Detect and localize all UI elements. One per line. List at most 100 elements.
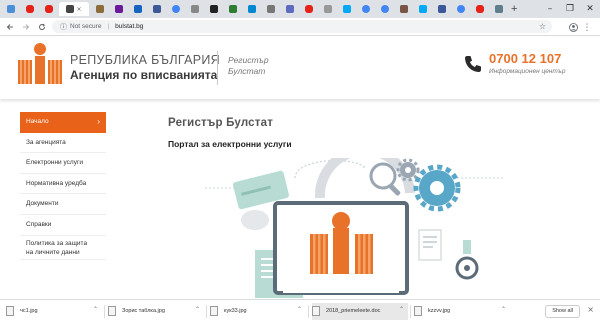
browser-tab[interactable]: [167, 2, 184, 16]
browser-tab[interactable]: [262, 2, 279, 16]
browser-tab[interactable]: [300, 2, 317, 16]
chevron-up-icon[interactable]: ⌃: [297, 306, 302, 313]
browser-tab[interactable]: [2, 2, 19, 16]
browser-tab[interactable]: [357, 2, 374, 16]
browser-tab[interactable]: [281, 2, 298, 16]
sidebar-item-legislation[interactable]: Нормативна уредба: [20, 174, 106, 195]
google-icon: [171, 5, 180, 13]
browser-tab[interactable]: [243, 2, 260, 16]
phone-number[interactable]: 0700 12 107: [489, 51, 561, 66]
reload-icon: [38, 23, 45, 30]
address-bar[interactable]: ⓘ Not secure | bulstat.bg ☆: [52, 20, 552, 33]
page-icon: [323, 5, 332, 13]
minimize-button[interactable]: –: [540, 0, 560, 18]
file-icon: [6, 306, 14, 316]
download-item[interactable]: 2018_priemeleete.doc ⌃: [312, 302, 411, 320]
browser-tab[interactable]: [40, 2, 57, 16]
browser-tab[interactable]: [338, 2, 355, 16]
youtube-icon: [304, 5, 313, 13]
info-center-label: Информационен център: [489, 68, 566, 75]
facebook-icon: [152, 5, 161, 13]
browser-tab[interactable]: [186, 2, 203, 16]
maximize-button[interactable]: ❐: [560, 0, 580, 18]
chevron-up-icon[interactable]: ⌃: [93, 306, 98, 313]
browser-tab[interactable]: [471, 2, 488, 16]
download-shelf: чс1.jpg ⌃ Зорис таблка.jpg ⌃ кук33.jpg ⌃…: [0, 299, 600, 322]
browser-tab[interactable]: ×: [59, 2, 89, 16]
bookmark-star-icon[interactable]: ☆: [539, 22, 546, 31]
sidebar-item-e-services[interactable]: Електронни услуги: [20, 153, 106, 174]
menu-icon[interactable]: ⋮: [580, 20, 594, 34]
agency-logo-icon[interactable]: [16, 42, 64, 86]
phone-icon: [465, 56, 481, 72]
browser-tab[interactable]: [224, 2, 241, 16]
sidebar-nav: Начало › За агенцията Електронни услуги …: [20, 112, 106, 260]
sidebar-item-home[interactable]: Начало ›: [20, 112, 106, 133]
page-icon: [209, 5, 218, 13]
browser-tab[interactable]: [91, 2, 108, 16]
sidebar-item-reports[interactable]: Справки: [20, 215, 106, 236]
chevron-up-icon[interactable]: ⌃: [399, 306, 404, 313]
browser-tab[interactable]: [376, 2, 393, 16]
browser-tab[interactable]: [319, 2, 336, 16]
page-icon: [342, 5, 351, 13]
page-icon: [399, 5, 408, 13]
close-icon[interactable]: ×: [587, 305, 594, 314]
tab-list: ×: [2, 2, 509, 16]
header-divider: [217, 51, 218, 85]
download-item[interactable]: Зорис таблка.jpg ⌃: [108, 303, 207, 320]
page-icon: [190, 5, 199, 13]
address-separator: |: [107, 23, 110, 30]
show-all-button[interactable]: Show all: [545, 305, 580, 318]
chevron-right-icon: ›: [97, 117, 100, 126]
browser-tab[interactable]: [414, 2, 431, 16]
browser-tab-strip: × + – ❐ ✕: [0, 0, 600, 18]
hero-illustration: [205, 158, 505, 298]
info-icon[interactable]: ⓘ: [60, 22, 67, 32]
close-window-button[interactable]: ✕: [580, 0, 600, 18]
window-controls: – ❐ ✕: [540, 0, 600, 18]
url-text[interactable]: bulstat.bg: [115, 23, 143, 30]
toolbar-right: ⋮: [566, 20, 594, 34]
download-item[interactable]: kzzvv.jpg ⌃: [414, 303, 510, 320]
file-icon: [108, 306, 116, 316]
page-icon: [494, 5, 503, 13]
page-title: Регистър Булстат: [168, 117, 274, 129]
chevron-up-icon[interactable]: ⌃: [195, 306, 200, 313]
close-tab-icon[interactable]: ×: [76, 6, 81, 13]
reload-button[interactable]: [35, 20, 48, 34]
sidebar-item-privacy[interactable]: Политика за защита на личните данни: [20, 236, 106, 260]
brand-country: РЕПУБЛИКА БЪЛГАРИЯ: [70, 53, 220, 67]
new-tab-button[interactable]: +: [511, 3, 517, 15]
chevron-up-icon[interactable]: ⌃: [501, 306, 506, 313]
sidebar-item-about[interactable]: За агенцията: [20, 133, 106, 154]
google-icon: [456, 5, 465, 13]
browser-tab[interactable]: [129, 2, 146, 16]
register-name: Булстат: [228, 66, 266, 76]
divider: [410, 304, 411, 318]
profile-icon[interactable]: [566, 20, 580, 34]
browser-toolbar: ⓘ Not secure | bulstat.bg ☆ ⋮: [0, 18, 600, 36]
forward-arrow-icon: [22, 23, 29, 30]
privacy-label-line1: Политика за защита: [26, 239, 88, 247]
page-icon: [285, 5, 294, 13]
google-icon: [361, 5, 370, 13]
security-label: Not secure: [70, 23, 102, 30]
sidebar-item-documents[interactable]: Документи: [20, 194, 106, 215]
browser-tab[interactable]: [490, 2, 507, 16]
browser-tab[interactable]: [433, 2, 450, 16]
browser-tab[interactable]: [205, 2, 222, 16]
file-icon: [312, 306, 320, 316]
download-item[interactable]: чс1.jpg ⌃: [6, 303, 105, 320]
browser-tab[interactable]: [21, 2, 38, 16]
forward-button[interactable]: [19, 20, 32, 34]
download-item[interactable]: кук33.jpg ⌃: [210, 303, 309, 320]
file-icon: [414, 306, 422, 316]
browser-tab[interactable]: [110, 2, 127, 16]
browser-tab[interactable]: [395, 2, 412, 16]
facebook-icon: [437, 5, 446, 13]
back-button[interactable]: [3, 20, 16, 34]
browser-tab[interactable]: [148, 2, 165, 16]
browser-tab[interactable]: [452, 2, 469, 16]
file-icon: [210, 306, 218, 316]
